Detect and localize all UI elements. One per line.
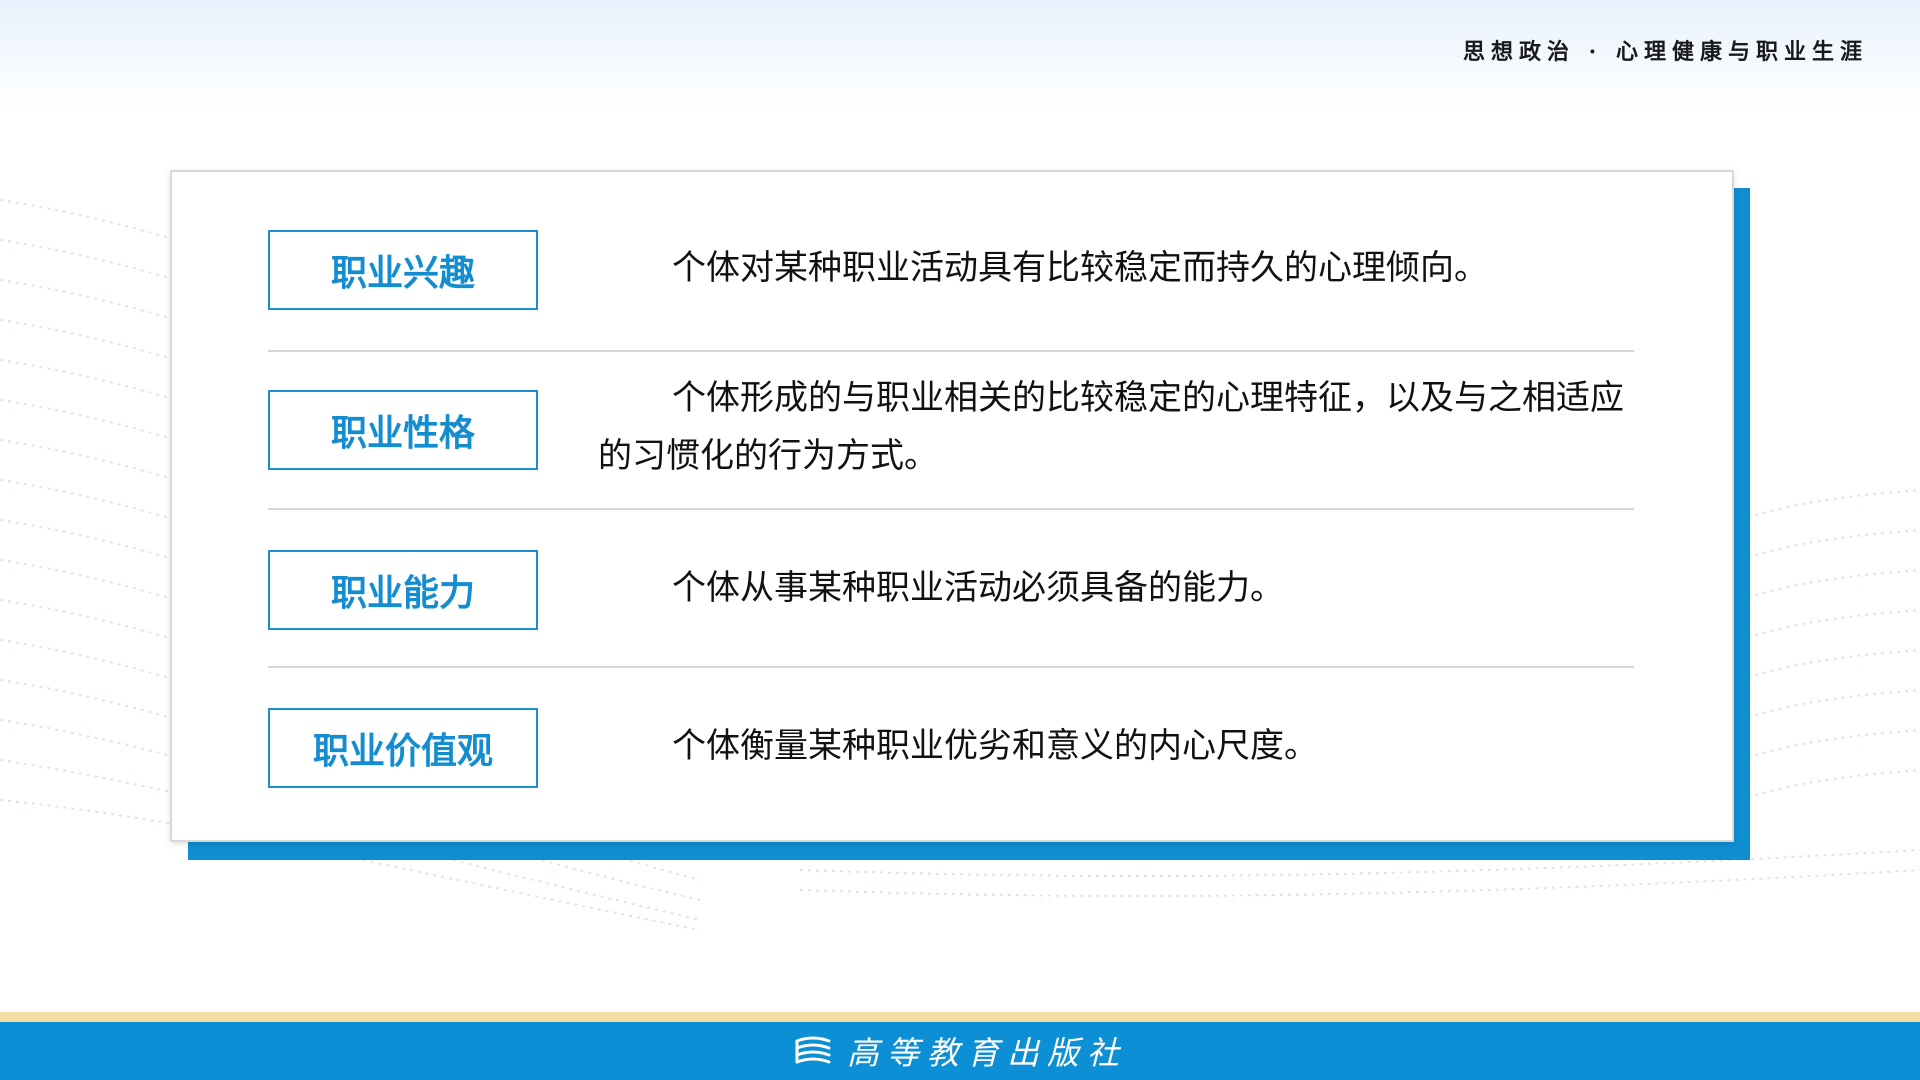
label-career-personality: 职业性格 xyxy=(268,390,538,470)
label-career-interest: 职业兴趣 xyxy=(268,230,538,310)
desc-career-ability: 个体从事某种职业活动必须具备的能力。 xyxy=(672,568,1284,608)
content-card: 职业兴趣 个体对某种职业活动具有比较稳定而持久的心理倾向。 职业性格 个体形成的… xyxy=(170,170,1734,842)
header-subtitle: 思想政治 · 心理健康与职业生涯 xyxy=(1463,39,1868,65)
desc-career-values: 个体衡量某种职业优劣和意义的内心尺度。 xyxy=(672,726,1318,766)
footer-accent-band xyxy=(0,1012,1920,1022)
row-divider xyxy=(268,508,1634,510)
publisher-name: 高等教育出版社 xyxy=(846,1034,1127,1072)
footer-bar: 高等教育出版社 xyxy=(0,1022,1920,1080)
row-divider xyxy=(268,350,1634,352)
book-stack-icon xyxy=(795,1036,831,1064)
row-divider xyxy=(268,666,1634,668)
label-career-ability: 职业能力 xyxy=(268,550,538,630)
label-career-values: 职业价值观 xyxy=(268,708,538,788)
desc-career-personality: 个体形成的与职业相关的比较稳定的心理特征，以及与之相适应的习惯化的行为方式。 xyxy=(598,378,1624,476)
desc-career-interest: 个体对某种职业活动具有比较稳定而持久的心理倾向。 xyxy=(672,248,1488,288)
